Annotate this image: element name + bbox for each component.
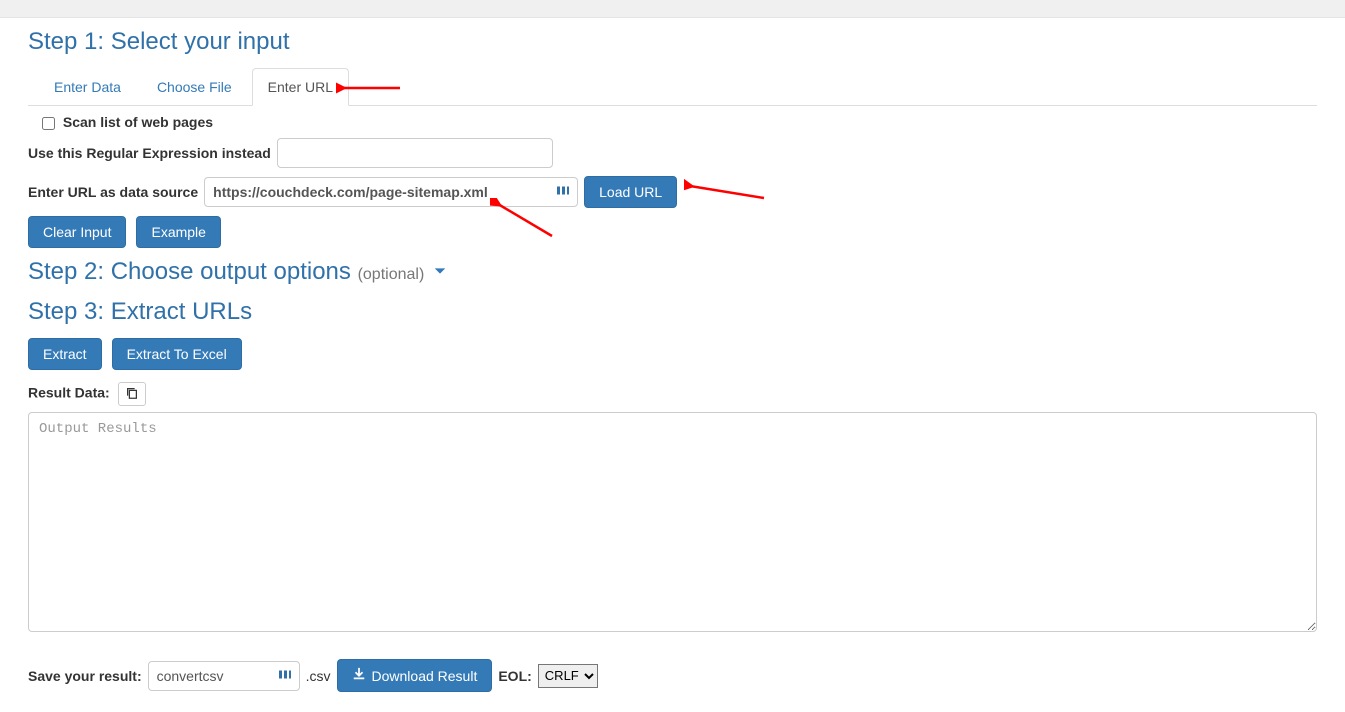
url-label: Enter URL as data source xyxy=(28,184,198,200)
example-label: Example xyxy=(151,224,205,240)
step1-buttons: Clear Input Example xyxy=(28,216,1317,248)
extract-excel-button[interactable]: Extract To Excel xyxy=(112,338,242,370)
regex-label: Use this Regular Expression instead xyxy=(28,145,271,161)
tab-enter-data[interactable]: Enter Data xyxy=(38,68,137,106)
step2-heading[interactable]: Step 2: Choose output options (optional) xyxy=(28,258,1317,286)
url-input-wrap xyxy=(204,177,578,207)
copy-result-button[interactable] xyxy=(118,382,146,406)
step2-heading-text: Step 2: Choose output options xyxy=(28,258,351,285)
file-extension: .csv xyxy=(306,668,331,684)
extract-label: Extract xyxy=(43,346,87,362)
eol-select[interactable]: CRLF xyxy=(538,664,598,688)
clear-input-button[interactable]: Clear Input xyxy=(28,216,126,248)
input-tabs: Enter Data Choose File Enter URL xyxy=(28,68,1317,106)
extract-excel-label: Extract To Excel xyxy=(127,346,227,362)
result-data-label: Result Data: xyxy=(28,385,110,401)
arrow-annotation-icon xyxy=(684,178,770,204)
clear-input-label: Clear Input xyxy=(43,224,111,240)
extract-button[interactable]: Extract xyxy=(28,338,102,370)
output-textarea[interactable] xyxy=(28,412,1317,632)
filename-wrap xyxy=(148,661,300,691)
scan-list-checkbox[interactable] xyxy=(42,117,55,130)
chevron-down-icon xyxy=(433,264,447,281)
eol-label: EOL: xyxy=(498,668,531,684)
filename-input[interactable] xyxy=(148,661,300,691)
step2-optional-text: (optional) xyxy=(358,266,425,283)
regex-row: Use this Regular Expression instead xyxy=(28,138,1317,168)
result-label-row: Result Data: xyxy=(28,382,1317,406)
step1-heading: Step 1: Select your input xyxy=(28,28,1317,56)
example-button[interactable]: Example xyxy=(136,216,220,248)
regex-input[interactable] xyxy=(277,138,553,168)
step3-heading: Step 3: Extract URLs xyxy=(28,298,1317,326)
download-result-button[interactable]: Download Result xyxy=(337,659,493,692)
load-url-label: Load URL xyxy=(599,184,662,200)
scan-list-label: Scan list of web pages xyxy=(63,114,213,130)
load-url-button[interactable]: Load URL xyxy=(584,176,677,208)
url-row: Enter URL as data source Load URL xyxy=(28,176,1317,208)
url-input[interactable] xyxy=(204,177,578,207)
download-label: Download Result xyxy=(372,668,478,684)
save-label: Save your result: xyxy=(28,668,142,684)
save-row: Save your result: .csv Download Result E… xyxy=(28,659,1317,692)
scan-list-row: Scan list of web pages xyxy=(42,114,1317,130)
tab-choose-file[interactable]: Choose File xyxy=(141,68,248,106)
copy-icon xyxy=(125,386,139,403)
top-bar xyxy=(0,0,1345,18)
main-container: Step 1: Select your input Enter Data Cho… xyxy=(0,28,1345,712)
tab-enter-url[interactable]: Enter URL xyxy=(252,68,349,106)
download-icon xyxy=(352,667,366,684)
step3-buttons: Extract Extract To Excel xyxy=(28,338,1317,370)
